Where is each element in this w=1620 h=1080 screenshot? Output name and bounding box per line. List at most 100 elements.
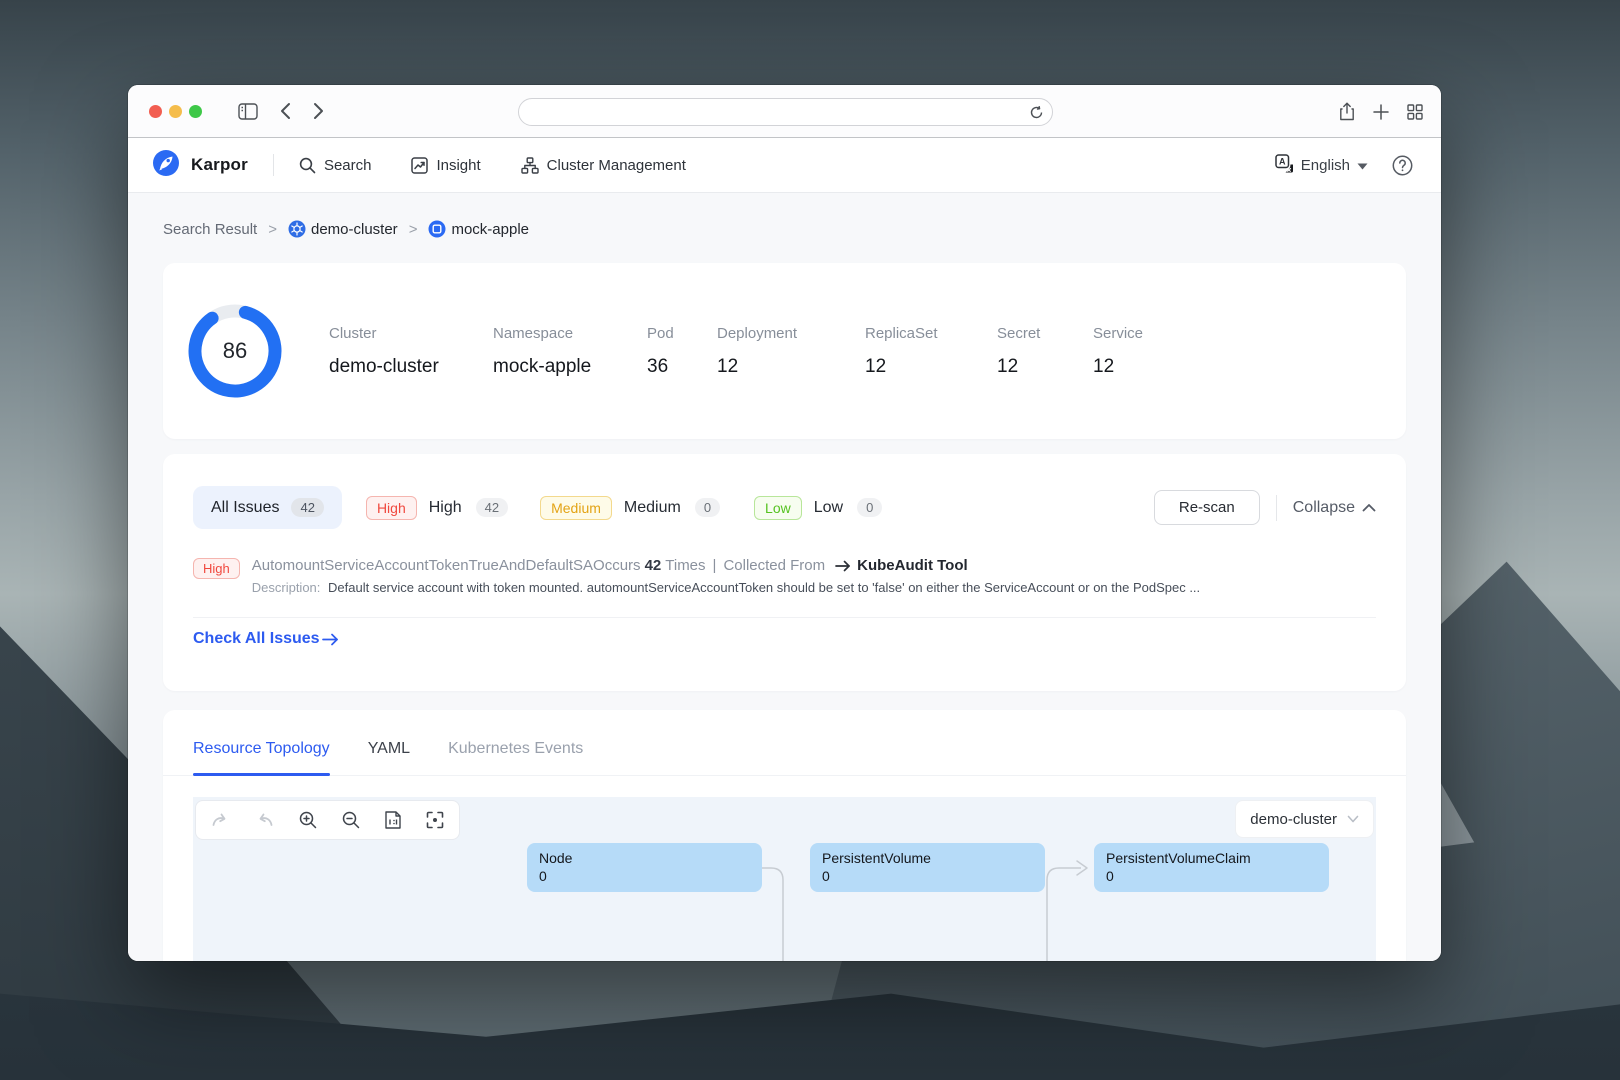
filter-high[interactable]: High High 42 bbox=[365, 495, 509, 520]
resource-detail-card: Resource Topology YAML Kubernetes Events bbox=[163, 710, 1406, 961]
arrow-right-icon bbox=[835, 560, 851, 572]
issue-description: Description: Default service account wit… bbox=[251, 580, 1201, 595]
center-focus-icon[interactable] bbox=[426, 811, 444, 829]
medium-severity-tag: Medium bbox=[540, 495, 612, 520]
nav-item-label: Insight bbox=[436, 156, 481, 174]
tab-yaml[interactable]: YAML bbox=[368, 740, 410, 775]
breadcrumb-separator: > bbox=[408, 220, 418, 238]
chrome-actions bbox=[1339, 85, 1423, 138]
stat-pod: Pod 36 bbox=[647, 324, 674, 377]
topology-node-node[interactable]: Node 0 bbox=[527, 843, 762, 892]
undo-icon[interactable] bbox=[255, 813, 274, 828]
zoom-window-button[interactable] bbox=[189, 104, 202, 118]
tab-overview-icon[interactable] bbox=[1407, 103, 1423, 120]
high-severity-tag: High bbox=[365, 495, 417, 520]
breadcrumb-cluster-label: demo-cluster bbox=[310, 220, 398, 238]
topology-canvas[interactable]: demo-cluster Node 0 PersistentVolume 0 P… bbox=[193, 797, 1376, 961]
chevron-up-icon bbox=[1362, 499, 1376, 517]
filter-divider bbox=[1275, 494, 1277, 521]
summary-stats: Cluster demo-cluster Namespace mock-appl… bbox=[329, 325, 1143, 378]
stat-deployment: Deployment 12 bbox=[717, 324, 798, 377]
nav-item-insight[interactable]: Insight bbox=[411, 156, 481, 174]
nav-item-label: Search bbox=[323, 156, 372, 174]
tab-kubernetes-events[interactable]: Kubernetes Events bbox=[448, 740, 583, 775]
language-label: English bbox=[1300, 156, 1350, 174]
page-content: Search Result > demo-cluster > mock-appl… bbox=[128, 193, 1441, 961]
cluster-hierarchy-icon bbox=[520, 156, 539, 174]
summary-card: 86 Cluster demo-cluster Namespace mock-a… bbox=[163, 263, 1406, 439]
filter-low[interactable]: Low Low 0 bbox=[754, 495, 883, 520]
low-severity-tag: Low bbox=[754, 495, 802, 520]
filter-medium[interactable]: Medium Medium 0 bbox=[540, 495, 721, 520]
svg-text:A: A bbox=[1279, 156, 1286, 166]
health-score-value: 86 bbox=[222, 338, 248, 363]
issue-severity-tag: High bbox=[193, 558, 240, 579]
language-selector[interactable]: A English bbox=[1275, 153, 1368, 177]
breadcrumb-resource-label: mock-apple bbox=[451, 220, 529, 238]
desktop: Karpor Search Insight Cluster Management… bbox=[0, 0, 1620, 1080]
forward-icon[interactable] bbox=[313, 102, 324, 120]
health-score-ring: 86 bbox=[188, 304, 282, 398]
new-tab-icon[interactable] bbox=[1373, 103, 1389, 120]
stat-cluster: Cluster demo-cluster bbox=[329, 324, 439, 377]
redo-icon[interactable] bbox=[211, 813, 230, 828]
chevron-down-icon bbox=[1357, 157, 1368, 174]
topology-node-persistentvolume[interactable]: PersistentVolume 0 bbox=[810, 843, 1045, 892]
history-nav bbox=[280, 102, 324, 120]
main-nav: Search Insight Cluster Management bbox=[299, 157, 686, 174]
browser-chrome bbox=[128, 85, 1441, 138]
medium-count-badge: 0 bbox=[694, 498, 721, 517]
back-icon[interactable] bbox=[280, 102, 291, 120]
fit-view-icon[interactable] bbox=[385, 811, 401, 829]
zoom-in-icon[interactable] bbox=[299, 811, 317, 829]
stat-service: Service 12 bbox=[1093, 324, 1144, 377]
kubernetes-icon bbox=[288, 220, 306, 238]
issues-divider bbox=[193, 617, 1376, 618]
reload-icon[interactable] bbox=[1030, 105, 1043, 119]
stat-namespace: Namespace mock-apple bbox=[493, 324, 592, 377]
issue-occurs-count: 42 bbox=[644, 557, 662, 574]
stat-secret: Secret 12 bbox=[997, 324, 1041, 377]
traffic-lights bbox=[149, 104, 202, 118]
issue-source-tool: KubeAudit Tool bbox=[857, 557, 968, 574]
breadcrumb-cluster[interactable]: demo-cluster bbox=[288, 220, 398, 238]
header-divider bbox=[272, 154, 274, 176]
search-icon bbox=[299, 157, 316, 174]
sidebar-toggle-icon[interactable] bbox=[238, 102, 258, 120]
nav-item-cluster-management[interactable]: Cluster Management bbox=[520, 156, 686, 174]
low-count-badge: 0 bbox=[857, 498, 883, 517]
breadcrumb-separator: > bbox=[268, 220, 277, 238]
help-icon[interactable] bbox=[1392, 155, 1413, 176]
filter-all-issues[interactable]: All Issues 42 bbox=[193, 486, 342, 529]
breadcrumb: Search Result > demo-cluster > mock-appl… bbox=[163, 217, 1406, 241]
zoom-out-icon[interactable] bbox=[342, 811, 360, 829]
rescan-button[interactable]: Re-scan bbox=[1153, 490, 1260, 525]
insight-chart-icon bbox=[411, 156, 429, 174]
check-all-issues-link[interactable]: Check All Issues bbox=[193, 630, 339, 648]
app-header: Karpor Search Insight Cluster Management… bbox=[128, 138, 1441, 193]
minimize-window-button[interactable] bbox=[169, 104, 182, 118]
topology-node-persistentvolumeclaim[interactable]: PersistentVolumeClaim 0 bbox=[1094, 843, 1329, 892]
address-bar[interactable] bbox=[518, 98, 1053, 126]
brand-name: Karpor bbox=[191, 155, 248, 174]
close-window-button[interactable] bbox=[149, 104, 162, 118]
brand[interactable]: Karpor bbox=[152, 149, 248, 182]
detail-tabs: Resource Topology YAML Kubernetes Events bbox=[163, 740, 1406, 776]
collapse-toggle[interactable]: Collapse bbox=[1293, 499, 1376, 517]
all-issues-count-badge: 42 bbox=[291, 498, 324, 517]
topology-toolbar bbox=[195, 800, 460, 840]
issue-row[interactable]: High AutomountServiceAccountTokenTrueAnd… bbox=[193, 557, 1376, 595]
cluster-select-dropdown[interactable]: demo-cluster bbox=[1235, 800, 1374, 838]
issues-filter-row: All Issues 42 High High 42 Medium Medium… bbox=[193, 486, 1376, 529]
karpor-logo-icon bbox=[152, 149, 180, 182]
share-icon[interactable] bbox=[1339, 102, 1355, 121]
breadcrumb-search-result[interactable]: Search Result bbox=[163, 221, 257, 238]
namespace-icon bbox=[428, 220, 446, 238]
high-count-badge: 42 bbox=[475, 498, 509, 517]
breadcrumb-resource[interactable]: mock-apple bbox=[428, 220, 529, 238]
nav-item-search[interactable]: Search bbox=[299, 156, 372, 174]
browser-window: Karpor Search Insight Cluster Management… bbox=[128, 85, 1441, 961]
issues-card: All Issues 42 High High 42 Medium Medium… bbox=[163, 454, 1406, 691]
tab-resource-topology[interactable]: Resource Topology bbox=[193, 740, 330, 776]
nav-item-label: Cluster Management bbox=[546, 156, 686, 174]
